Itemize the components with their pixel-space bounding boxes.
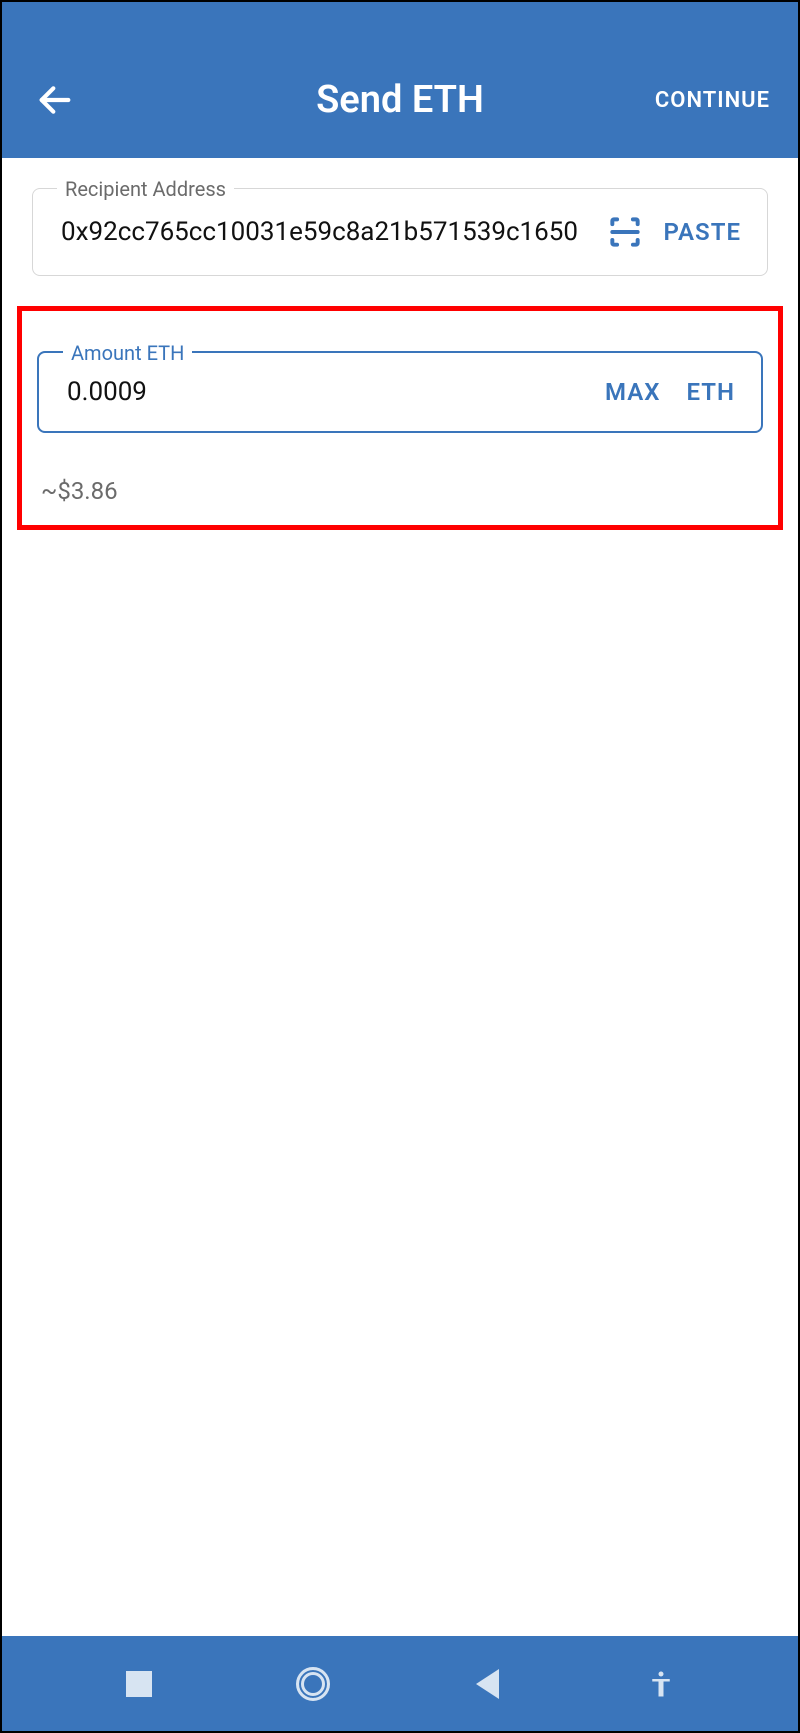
paste-button[interactable]: PASTE xyxy=(658,218,748,246)
scan-qr-button[interactable] xyxy=(606,213,644,251)
recents-button[interactable] xyxy=(119,1664,159,1704)
circle-icon xyxy=(296,1667,330,1701)
page-title: Send ETH xyxy=(316,78,484,122)
token-selector[interactable]: ETH xyxy=(680,378,741,406)
app-bar: Send ETH CONTINUE xyxy=(2,2,798,158)
recipient-address-field[interactable]: Recipient Address 0x92cc765cc10031e59c8a… xyxy=(32,188,768,276)
max-button[interactable]: MAX xyxy=(599,378,666,406)
amount-field[interactable]: Amount ETH 0.0009 MAX ETH xyxy=(37,351,763,433)
scan-icon xyxy=(606,213,644,251)
accessibility-button[interactable] xyxy=(641,1664,681,1704)
amount-input[interactable]: 0.0009 xyxy=(67,377,585,407)
amount-label: Amount ETH xyxy=(63,341,192,365)
fiat-equivalent: ~$3.86 xyxy=(37,477,763,505)
content-area: Recipient Address 0x92cc765cc10031e59c8a… xyxy=(2,158,798,1636)
recipient-address-label: Recipient Address xyxy=(57,177,234,201)
triangle-left-icon xyxy=(476,1669,499,1699)
system-nav-bar xyxy=(2,1636,798,1731)
accessibility-icon xyxy=(646,1669,676,1699)
home-button[interactable] xyxy=(293,1664,333,1704)
recipient-address-input[interactable]: 0x92cc765cc10031e59c8a21b571539c1650 xyxy=(61,217,592,247)
back-nav-button[interactable] xyxy=(467,1664,507,1704)
continue-button[interactable]: CONTINUE xyxy=(655,88,770,113)
amount-highlight-annotation: Amount ETH 0.0009 MAX ETH ~$3.86 xyxy=(17,306,783,530)
arrow-left-icon xyxy=(35,80,75,120)
square-icon xyxy=(126,1671,152,1697)
back-button[interactable] xyxy=(30,75,80,125)
